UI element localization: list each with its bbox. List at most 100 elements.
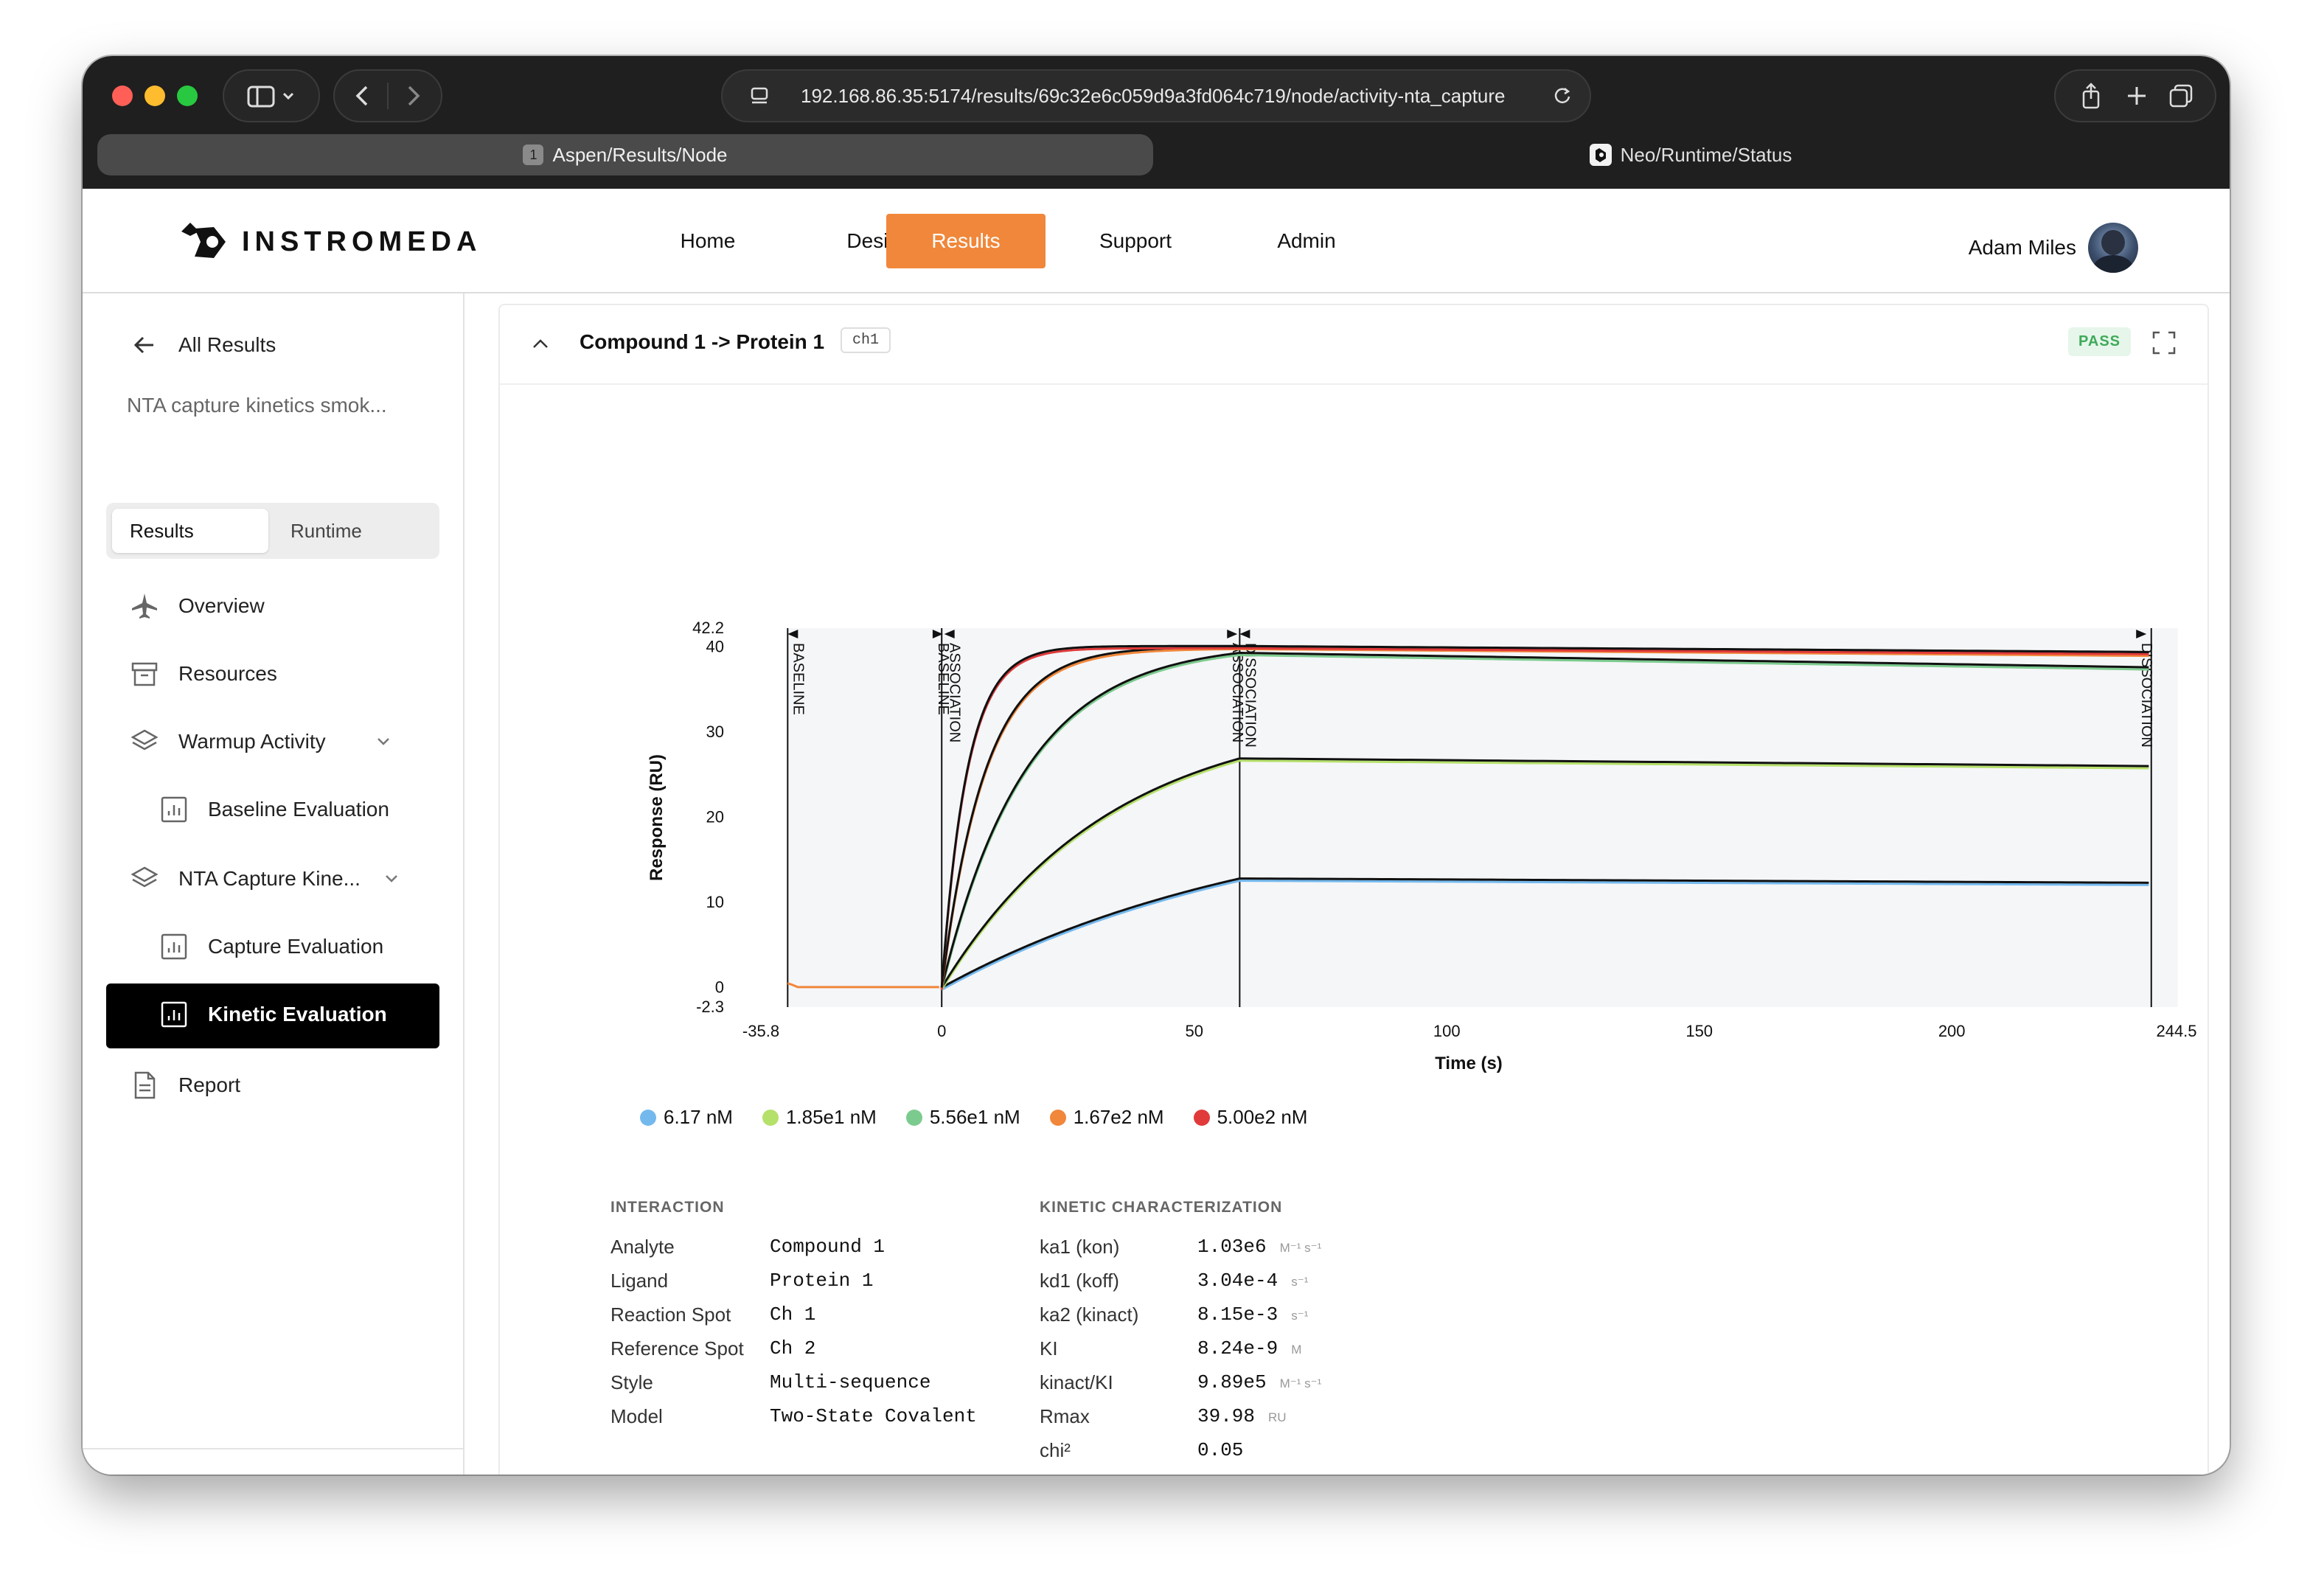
history-nav [333,69,442,122]
kinetic-label: kinact/KI [1040,1371,1113,1393]
sidebar-item-report[interactable]: Report [130,1070,240,1100]
brand-logo[interactable]: INSTROMEDA [178,221,481,262]
kinetic-value: 1.03e6 M⁻¹ s⁻¹ [1197,1236,1321,1258]
kinetic-unit: M [1291,1343,1302,1357]
kinetic-value-text: 6.17 nM, 1.85e1 nM, 5.56e1 nM, 1.67e2 nM… [1197,1473,1784,1475]
chevron-up-icon[interactable] [529,333,552,355]
close-window-button[interactable] [112,86,133,106]
kinetic-unit: s⁻¹ [1291,1275,1309,1289]
x-tick-label: 0 [937,1022,946,1040]
share-icon[interactable] [2075,81,2107,111]
interaction-value: Multi-sequence [770,1371,931,1393]
chevron-down-icon[interactable] [375,734,392,749]
results-runtime-toggle: Results Runtime [106,503,439,559]
chart-box-icon [159,795,189,824]
legend-item[interactable]: 5.00e2 nM [1193,1106,1308,1129]
segment-results[interactable]: Results [112,509,268,553]
zoom-window-button[interactable] [177,86,198,106]
app-header: INSTROMEDA Home Design Results Support A… [83,189,2230,293]
sidebar-item-label: NTA Capture Kine... [178,867,361,890]
browser-actions [2054,69,2216,122]
all-results-link[interactable]: All Results [130,330,276,360]
chevron-down-icon[interactable] [383,871,400,886]
minimize-window-button[interactable] [145,86,165,106]
sidebar-item-resources[interactable]: Resources [130,659,277,689]
kinetic-value: 8.24e-9 M [1197,1337,1301,1360]
kinetic-value-text: 3.04e-4 [1197,1270,1278,1292]
reload-icon[interactable] [1551,85,1573,107]
back-icon[interactable] [349,83,378,108]
kinetic-value: 6.17 nM, 1.85e1 nM, 5.56e1 nM, 1.67e2 nM… [1197,1473,1784,1475]
legend-swatch [640,1109,656,1126]
x-tick-label: 244.5 [2156,1022,2196,1040]
new-tab-icon[interactable] [2123,83,2150,109]
tab-overview-icon[interactable] [2166,81,2196,111]
tab-number-badge: 1 [523,145,544,165]
sidebar-item-warmup[interactable]: Warmup Activity [130,727,392,756]
sidebar-item-baseline[interactable]: Baseline Evaluation [159,795,389,824]
y-axis-label: Response (RU) [647,754,667,881]
kinetic-label: Concentrations [1040,1473,1169,1475]
nav-admin[interactable]: Admin [1227,214,1386,268]
sidebar-toggle-button[interactable] [223,69,320,122]
kinetic-value: 8.15e-3 s⁻¹ [1197,1303,1308,1326]
sidebar-item-label: Kinetic Evaluation [208,1003,387,1026]
all-results-label: All Results [178,333,276,356]
legend-label: 5.00e2 nM [1217,1106,1308,1128]
tab-strip: 1 Aspen/Results/Node Neo/Runtime/Status [97,134,2215,175]
kinetic-unit: s⁻¹ [1291,1309,1309,1323]
sidebar-item-label: Resources [178,662,277,685]
expand-icon[interactable] [2151,330,2177,355]
tab-neo-runtime[interactable]: Neo/Runtime/Status [1166,134,2215,175]
nav-support[interactable]: Support [1056,214,1215,268]
x-tick-label: -35.8 [742,1022,779,1040]
sidebar-item-capture-eval[interactable]: Capture Evaluation [159,932,383,961]
kinetic-label: KI [1040,1337,1058,1360]
channel-badge: ch1 [841,327,891,353]
plane-icon [130,591,159,621]
nav-results[interactable]: Results [886,214,1046,268]
tab-aspen-results[interactable]: 1 Aspen/Results/Node [97,134,1153,175]
sidebar-item-nta-capture[interactable]: NTA Capture Kine... [130,864,400,894]
y-tick-label: 20 [706,807,724,826]
interaction-value: Compound 1 [770,1236,886,1258]
browser-chrome: 192.168.86.35:5174/results/69c32e6c059d9… [83,56,2230,189]
tab-label: Neo/Runtime/Status [1620,143,1792,166]
interaction-label: Ligand [610,1270,669,1292]
sidebar-divider [83,1448,463,1449]
interaction-title: INTERACTION [610,1199,725,1216]
phase-label: DISSOCIATION [1242,643,1258,748]
favicon-icon [1589,144,1612,166]
kinetic-label: chi² [1040,1439,1071,1461]
interaction-label: Model [610,1405,663,1427]
legend-item[interactable]: 1.67e2 nM [1049,1106,1164,1129]
phase-label: BASELINE [790,643,806,715]
kinetic-label: Rmax [1040,1405,1090,1427]
interaction-label: Analyte [610,1236,675,1258]
sidebar-item-overview[interactable]: Overview [130,591,265,621]
page-settings-icon[interactable] [749,85,771,107]
browser-window: 192.168.86.35:5174/results/69c32e6c059d9… [83,56,2230,1475]
kinetic-label: ka2 (kinact) [1040,1303,1139,1326]
legend-item[interactable]: 6.17 nM [640,1106,733,1129]
tab-label: Aspen/Results/Node [552,143,728,166]
card-title: Compound 1 -> Protein 1 [580,330,825,353]
chart-box-icon [159,932,189,961]
forward-icon[interactable] [397,83,427,108]
sidebar-item-label: Baseline Evaluation [208,798,389,821]
user-menu[interactable]: Adam Miles [1969,223,2138,273]
kinetic-value-text: 1.03e6 [1197,1236,1267,1258]
kinetic-value: 9.89e5 M⁻¹ s⁻¹ [1197,1371,1321,1393]
segment-runtime[interactable]: Runtime [290,509,362,553]
nav-home[interactable]: Home [628,214,787,268]
brand-name: INSTROMEDA [242,226,482,257]
address-bar[interactable]: 192.168.86.35:5174/results/69c32e6c059d9… [721,69,1591,122]
kinetic-value: 0.05 [1197,1439,1243,1461]
kinetic-value-text: 0.05 [1197,1439,1244,1461]
legend-item[interactable]: 5.56e1 nM [905,1106,1020,1129]
legend-item[interactable]: 1.85e1 nM [762,1106,877,1129]
legend-label: 5.56e1 nM [929,1106,1020,1128]
kinetic-unit: M⁻¹ s⁻¹ [1279,1241,1322,1255]
sensorgram-chart: BASELINE BASELINEASSOCIATION ASSOCIATIONDI… [647,619,2197,1073]
sidebar-item-label: Overview [178,594,265,617]
